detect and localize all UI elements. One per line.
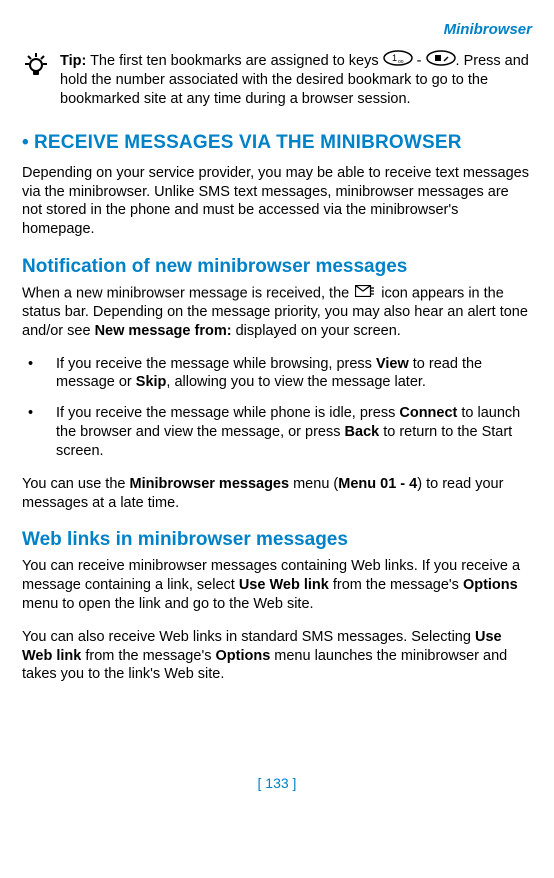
s3p2-a: You can also receive Web links in standa…: [22, 629, 475, 645]
key-0-icon: [426, 50, 456, 72]
lightbulb-tip-icon: [22, 52, 50, 110]
section2-after: You can use the Minibrowser messages men…: [22, 475, 532, 513]
li1-d: , allowing you to view the message later…: [166, 374, 426, 390]
s2a-b1: Minibrowser messages: [130, 476, 290, 492]
tip-block: Tip: The first ten bookmarks are assigne…: [22, 50, 532, 110]
li1-b1: View: [376, 356, 409, 372]
s3p1-b2: Options: [463, 577, 518, 593]
section-heading-notification: Notification of new minibrowser messages: [22, 255, 532, 280]
section2-bullets: • If you receive the message while brows…: [22, 355, 532, 461]
li2-b2: Back: [345, 424, 380, 440]
key-1-icon: 1oo: [383, 50, 413, 72]
page-number: [ 133 ]: [22, 774, 532, 792]
svg-text:1: 1: [392, 53, 397, 63]
tip-dash: -: [413, 52, 426, 68]
list-item-text: If you receive the message while phone i…: [56, 404, 532, 461]
s2a-a: You can use the: [22, 476, 130, 492]
li2-b1: Connect: [399, 405, 457, 421]
section1-paragraph: Depending on your service provider, you …: [22, 164, 532, 239]
bullet-dot: •: [22, 404, 56, 461]
section-heading-weblinks: Web links in minibrowser messages: [22, 528, 532, 553]
s2a-b2: Menu 01 - 4: [338, 476, 417, 492]
s2-bold1: New message from:: [95, 323, 232, 339]
heading-bullet: •: [22, 131, 34, 156]
list-item: • If you receive the message while brows…: [22, 355, 532, 393]
section2-intro: When a new minibrowser message is receiv…: [22, 284, 532, 341]
heading-text: RECEIVE MESSAGES VIA THE MINIBROWSER: [34, 132, 462, 153]
message-envelope-icon: [355, 284, 375, 303]
tip-text: Tip: The first ten bookmarks are assigne…: [60, 50, 532, 110]
section-heading-receive: •RECEIVE MESSAGES VIA THE MINIBROWSER: [22, 131, 532, 156]
header-section-name: Minibrowser: [22, 20, 532, 40]
s2-text-a: When a new minibrowser message is receiv…: [22, 285, 353, 301]
li2-a: If you receive the message while phone i…: [56, 405, 399, 421]
tip-label: Tip:: [60, 52, 86, 68]
li1-b2: Skip: [136, 374, 167, 390]
s2-text-c: displayed on your screen.: [232, 323, 401, 339]
list-item: • If you receive the message while phone…: [22, 404, 532, 461]
section3-p2: You can also receive Web links in standa…: [22, 628, 532, 685]
list-item-text: If you receive the message while browsin…: [56, 355, 532, 393]
s3p2-c: from the message's: [81, 648, 215, 664]
li1-a: If you receive the message while browsin…: [56, 356, 376, 372]
section3-p1: You can receive minibrowser messages con…: [22, 557, 532, 614]
s3p1-c: from the message's: [329, 577, 463, 593]
s3p2-b2: Options: [215, 648, 270, 664]
tip-text-before: The first ten bookmarks are assigned to …: [86, 52, 382, 68]
s2a-c: menu (: [289, 476, 338, 492]
s3p1-b1: Use Web link: [239, 577, 329, 593]
bullet-dot: •: [22, 355, 56, 393]
s3p1-d: menu to open the link and go to the Web …: [22, 596, 314, 612]
svg-text:oo: oo: [398, 59, 404, 65]
